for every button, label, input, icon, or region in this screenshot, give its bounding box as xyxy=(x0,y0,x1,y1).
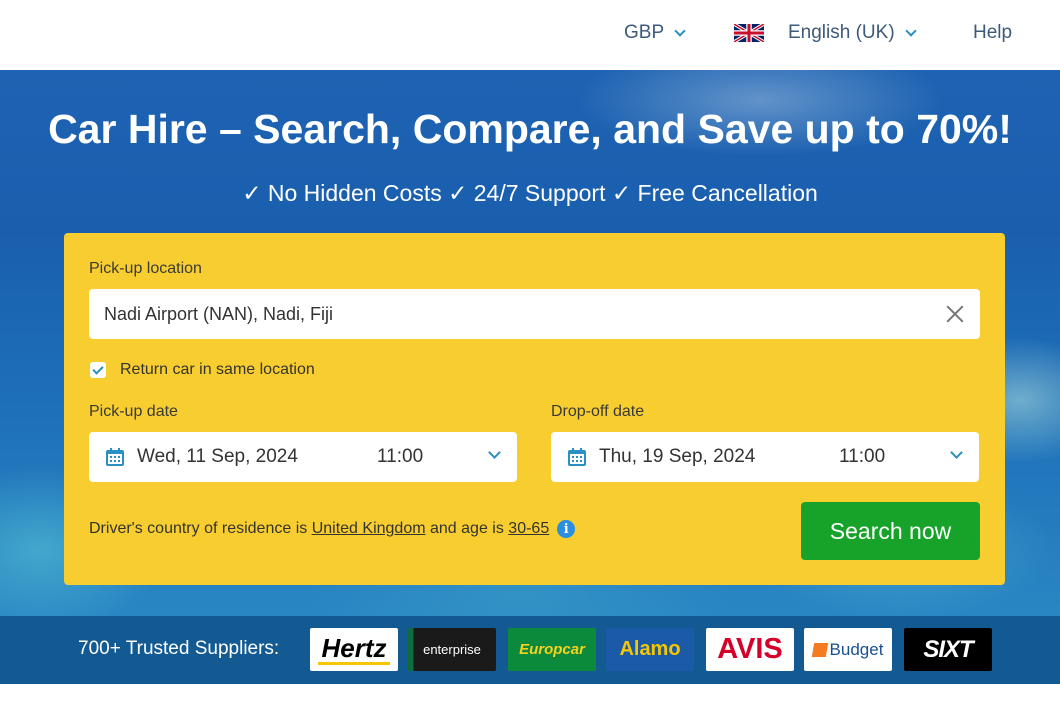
sixt-logo: SIXT xyxy=(904,628,992,671)
pickup-date-label: Pick-up date xyxy=(89,403,178,420)
driver-prefix-text: Driver's country of residence is xyxy=(89,520,308,537)
driver-mid-text: and age is xyxy=(430,520,504,537)
search-form: Pick-up location Nadi Airport (NAN), Nad… xyxy=(64,233,1005,585)
hero-section: Car Hire – Search, Compare, and Save up … xyxy=(0,70,1060,616)
pickup-location-label: Pick-up location xyxy=(89,260,202,277)
info-icon[interactable]: i xyxy=(557,520,576,538)
help-link[interactable]: Help xyxy=(973,20,1012,46)
suppliers-bar: 700+ Trusted Suppliers: Hertz enterprise… xyxy=(0,616,1060,684)
suppliers-label: 700+ Trusted Suppliers: xyxy=(78,638,280,659)
chevron-down-icon xyxy=(488,446,501,459)
dropoff-time-value[interactable]: 11:00 xyxy=(839,446,885,468)
pickup-location-input[interactable]: Nadi Airport (NAN), Nadi, Fiji xyxy=(89,289,980,339)
uk-flag-icon xyxy=(734,24,764,42)
enterprise-logo: enterprise xyxy=(408,628,496,671)
pickup-date-field[interactable]: Wed, 11 Sep, 2024 11:00 xyxy=(89,432,517,482)
top-bar: GBP English (UK) Help xyxy=(0,0,1060,70)
hertz-logo: Hertz xyxy=(310,628,398,671)
search-now-button[interactable]: Search now xyxy=(801,502,980,560)
hero-title: Car Hire – Search, Compare, and Save up … xyxy=(48,106,1012,152)
chevron-down-icon xyxy=(904,24,917,37)
calendar-icon xyxy=(568,448,586,466)
page-bottom xyxy=(0,684,1060,707)
dropoff-date-value: Thu, 19 Sep, 2024 xyxy=(599,446,756,467)
dropoff-date-field[interactable]: Thu, 19 Sep, 2024 11:00 xyxy=(551,432,979,482)
europcar-logo: Europcar xyxy=(508,628,596,671)
pickup-date-value: Wed, 11 Sep, 2024 xyxy=(137,446,298,467)
currency-selector[interactable]: GBP xyxy=(624,20,686,46)
hero-subtitle: ✓ No Hidden Costs ✓ 24/7 Support ✓ Free … xyxy=(242,180,818,206)
driver-details-row: Driver's country of residence is United … xyxy=(89,520,576,538)
driver-age-link[interactable]: 30-65 xyxy=(508,520,549,538)
pickup-location-value: Nadi Airport (NAN), Nadi, Fiji xyxy=(104,303,334,324)
dropoff-date-label: Drop-off date xyxy=(551,403,645,420)
budget-logo: Budget xyxy=(804,628,892,671)
return-same-location-label: Return car in same location xyxy=(120,361,315,378)
driver-country-link[interactable]: United Kingdom xyxy=(312,520,426,538)
return-same-location-row[interactable]: Return car in same location xyxy=(90,361,315,379)
return-same-location-checkbox[interactable] xyxy=(90,362,106,378)
chevron-down-icon xyxy=(950,446,963,459)
calendar-icon xyxy=(106,448,124,466)
avis-logo: AVIS xyxy=(706,628,794,671)
currency-label: GBP xyxy=(624,22,665,43)
pickup-time-value[interactable]: 11:00 xyxy=(377,446,423,468)
chevron-down-icon xyxy=(674,24,686,37)
alamo-logo: Alamo xyxy=(606,628,694,671)
language-selector[interactable]: English (UK) xyxy=(734,20,917,46)
clear-icon[interactable] xyxy=(944,303,966,325)
language-label: English (UK) xyxy=(788,22,895,43)
